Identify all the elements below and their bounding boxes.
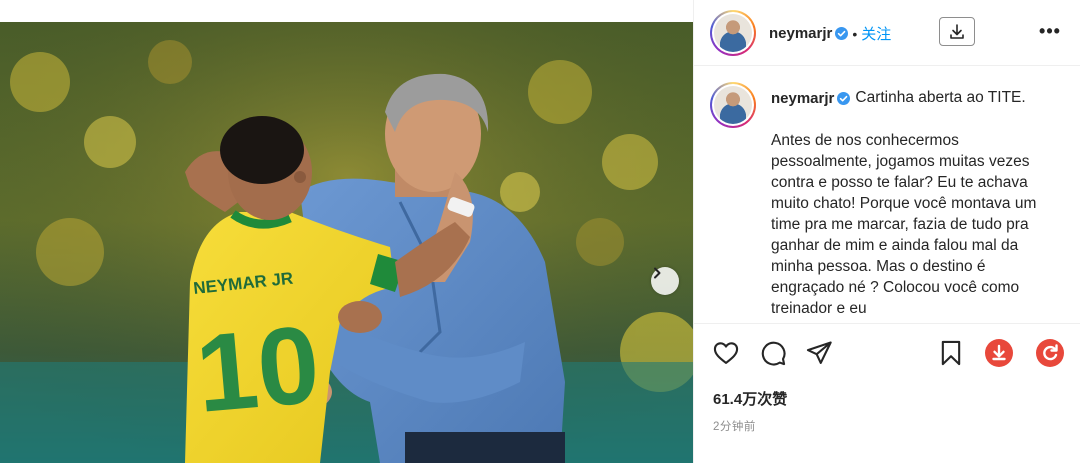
- header-separator: •: [852, 25, 858, 42]
- next-image-button[interactable]: [651, 267, 679, 295]
- refresh-extension-icon: [1036, 339, 1064, 367]
- post-photo: NEYMAR JR 10: [0, 22, 693, 463]
- top-strip: [0, 0, 693, 22]
- more-options-button[interactable]: •••: [1037, 20, 1063, 42]
- bookmark-icon: [941, 340, 961, 366]
- heart-icon: [713, 342, 739, 364]
- extension-refresh-button[interactable]: [1035, 338, 1065, 368]
- svg-text:10: 10: [191, 303, 324, 436]
- caption-avatar[interactable]: [710, 82, 756, 128]
- verified-badge-icon: [837, 91, 851, 105]
- caption-heading: neymarjr Cartinha aberta ao TITE.: [771, 89, 1026, 107]
- share-button[interactable]: [804, 338, 834, 368]
- download-extension-icon: [985, 339, 1013, 367]
- header-username[interactable]: neymarjr: [769, 25, 832, 42]
- like-button[interactable]: [711, 338, 741, 368]
- verified-badge-icon: [835, 27, 849, 40]
- follow-button[interactable]: 关注: [861, 23, 891, 44]
- chevron-right-icon: [654, 267, 661, 279]
- comment-button[interactable]: [758, 338, 788, 368]
- header-avatar[interactable]: [710, 10, 756, 56]
- caption-username[interactable]: neymarjr: [771, 90, 834, 107]
- post-header: neymarjr • 关注 •••: [694, 0, 1080, 66]
- post-image[interactable]: NEYMAR JR 10: [0, 22, 693, 463]
- comment-icon: [761, 341, 786, 366]
- extension-download-button[interactable]: [984, 338, 1014, 368]
- download-button[interactable]: [939, 17, 975, 46]
- download-icon: [950, 23, 964, 39]
- caption-title: Cartinha aberta ao TITE.: [855, 89, 1026, 106]
- post-side-panel: neymarjr • 关注 ••• neymarjr Cartinha aber…: [693, 0, 1080, 463]
- caption-body: Antes de nos conhecermos pessoalmente, j…: [771, 132, 1037, 317]
- save-button[interactable]: [936, 338, 966, 368]
- caption-area: neymarjr Cartinha aberta ao TITE. Antes …: [694, 66, 1080, 324]
- share-icon: [806, 341, 832, 364]
- header-identity: neymarjr • 关注: [769, 23, 891, 44]
- likes-count[interactable]: 61.4万次赞: [713, 388, 787, 409]
- action-bar: [694, 336, 1080, 372]
- post-timestamp[interactable]: 2分钟前: [713, 418, 756, 434]
